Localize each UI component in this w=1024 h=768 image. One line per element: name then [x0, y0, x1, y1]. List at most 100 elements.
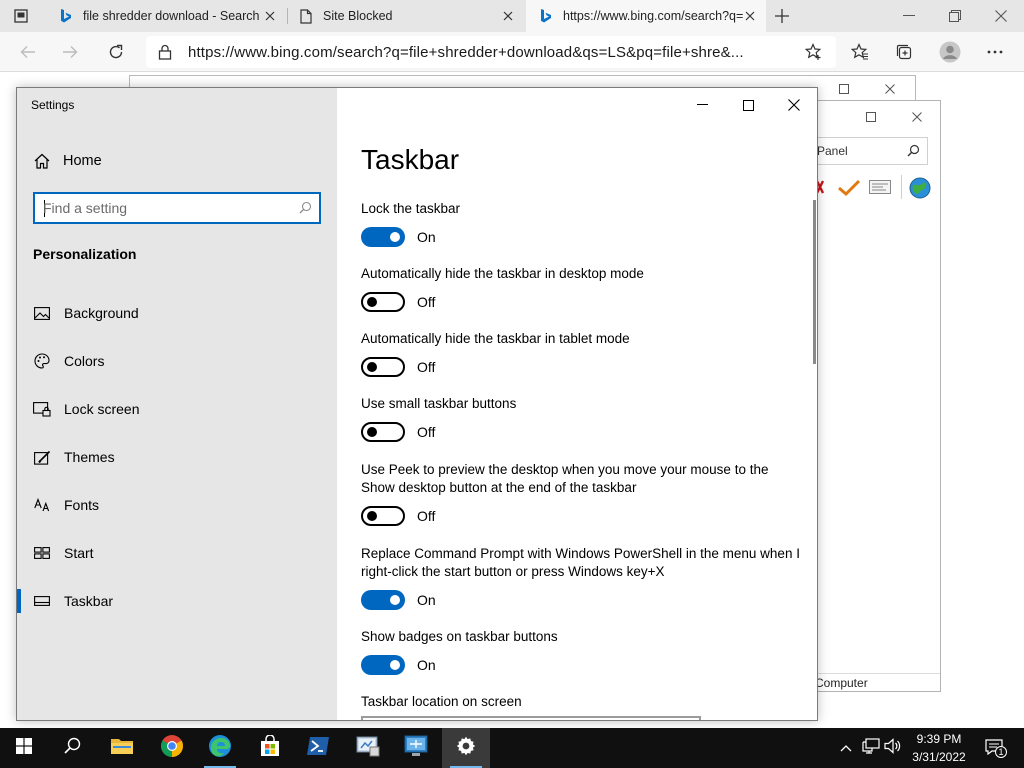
maximize-icon[interactable]	[725, 92, 771, 118]
favorites-icon[interactable]	[848, 40, 872, 64]
find-setting-box[interactable]	[33, 192, 321, 224]
nav-item-lock-screen[interactable]: Lock screen	[17, 389, 337, 429]
minimize-icon[interactable]	[886, 0, 932, 32]
close-window-icon[interactable]	[907, 107, 927, 127]
settings-content: Taskbar Lock the taskbar On Automaticall…	[337, 88, 817, 720]
minimize-icon[interactable]	[679, 92, 725, 118]
browser-tab-1[interactable]: file shredder download - Search	[46, 0, 286, 32]
taskbar-control-panel[interactable]	[344, 728, 392, 768]
close-window-icon[interactable]	[880, 79, 900, 99]
restore-icon[interactable]	[834, 79, 854, 99]
close-window-icon[interactable]	[771, 92, 817, 118]
page-icon	[298, 8, 314, 24]
forward-icon[interactable]	[58, 40, 82, 64]
taskbar-store[interactable]	[246, 728, 294, 768]
toggle-badges[interactable]	[361, 655, 405, 675]
taskbar-file-explorer[interactable]	[98, 728, 146, 768]
more-options-icon[interactable]	[983, 40, 1007, 64]
home-link[interactable]: Home	[33, 150, 102, 172]
volume-icon	[884, 737, 902, 759]
toggle-state: Off	[417, 508, 436, 524]
maximize-icon[interactable]	[861, 107, 881, 127]
close-tab-icon[interactable]	[500, 8, 516, 24]
settings-gear-icon	[456, 736, 476, 761]
taskbar-remote-desktop[interactable]	[392, 728, 440, 768]
nav-item-themes[interactable]: Themes	[17, 437, 337, 477]
store-icon	[259, 733, 281, 762]
network-icon	[862, 737, 880, 759]
toggle-small-buttons[interactable]	[361, 422, 405, 442]
lock-icon[interactable]	[158, 44, 174, 60]
refresh-icon[interactable]	[104, 40, 128, 64]
toggle-autohide-tablet[interactable]	[361, 357, 405, 377]
start-button[interactable]	[0, 728, 48, 768]
file-explorer-icon	[110, 736, 134, 761]
picture-icon	[33, 304, 51, 322]
option-label: Show badges on taskbar buttons	[361, 629, 558, 644]
background-window-control-panel: Panel Computer	[812, 100, 941, 692]
status-bar: Computer	[813, 673, 940, 691]
nav-label: Lock screen	[64, 401, 140, 417]
option-label: Use small taskbar buttons	[361, 396, 517, 411]
nav-item-fonts[interactable]: Fonts	[17, 485, 337, 525]
taskbar-settings[interactable]	[442, 728, 490, 768]
volume-tray[interactable]	[882, 728, 904, 768]
palette-icon	[33, 352, 51, 370]
nav-item-taskbar[interactable]: Taskbar	[17, 581, 337, 621]
restore-icon[interactable]	[932, 0, 978, 32]
toggle-state: On	[417, 657, 436, 673]
close-window-icon[interactable]	[978, 0, 1024, 32]
clock[interactable]: 9:39 PM 3/31/2022	[905, 730, 973, 766]
close-tab-icon[interactable]	[742, 8, 758, 24]
browser-tab-3[interactable]: https://www.bing.com/search?q=	[526, 0, 766, 32]
show-hidden-icons[interactable]	[836, 728, 856, 768]
new-tab-icon[interactable]	[772, 6, 792, 26]
home-icon	[33, 152, 51, 170]
profile-avatar-icon[interactable]	[938, 40, 962, 64]
taskbar-powershell[interactable]	[294, 728, 342, 768]
scrollbar[interactable]	[813, 200, 816, 364]
windows-logo-icon	[16, 737, 32, 759]
search-button[interactable]	[48, 728, 96, 768]
option-label: Lock the taskbar	[361, 201, 461, 216]
find-setting-input[interactable]	[43, 199, 283, 217]
close-tab-icon[interactable]	[262, 8, 278, 24]
toggle-state: Off	[417, 294, 436, 310]
notification-count: 1	[995, 746, 1007, 758]
collections-icon[interactable]	[892, 40, 916, 64]
search-icon	[63, 737, 81, 759]
toggle-state: Off	[417, 424, 436, 440]
taskbar-location-dropdown[interactable]	[361, 716, 701, 720]
nav-label: Fonts	[64, 497, 100, 513]
back-icon[interactable]	[16, 40, 40, 64]
control-panel-search[interactable]: Panel	[813, 137, 928, 165]
toggle-peek[interactable]	[361, 506, 405, 526]
taskbar-edge[interactable]	[196, 728, 244, 768]
powershell-icon	[306, 736, 330, 761]
action-center[interactable]: 1	[980, 728, 1010, 768]
chevron-up-icon	[840, 739, 852, 757]
checkmark-icon[interactable]	[837, 179, 861, 202]
address-bar[interactable]: https://www.bing.com/search?q=file+shred…	[146, 36, 836, 68]
globe-icon[interactable]	[908, 176, 932, 205]
toggle-autohide-desktop[interactable]	[361, 292, 405, 312]
network-tray[interactable]	[860, 728, 882, 768]
toggle-lock-taskbar[interactable]	[361, 227, 405, 247]
nav-label: Start	[64, 545, 94, 561]
add-favorite-icon[interactable]	[804, 42, 824, 62]
nav-item-start[interactable]: Start	[17, 533, 337, 573]
tab-actions-icon[interactable]	[6, 6, 36, 26]
search-placeholder: Panel	[817, 144, 848, 158]
nav-item-colors[interactable]: Colors	[17, 341, 337, 381]
control-panel-icon	[356, 735, 380, 762]
option-label: Replace Command Prompt with Windows Powe…	[361, 546, 800, 579]
option-label: Use Peek to preview the desktop when you…	[361, 462, 769, 495]
taskbar-chrome[interactable]	[148, 728, 196, 768]
page-title: Taskbar	[361, 144, 460, 175]
browser-tab-2[interactable]: Site Blocked	[288, 0, 524, 32]
toggle-powershell[interactable]	[361, 590, 405, 610]
section-title: Personalization	[33, 246, 137, 262]
properties-icon[interactable]	[869, 180, 891, 199]
selected-indicator	[17, 589, 21, 613]
nav-item-background[interactable]: Background	[17, 293, 337, 333]
